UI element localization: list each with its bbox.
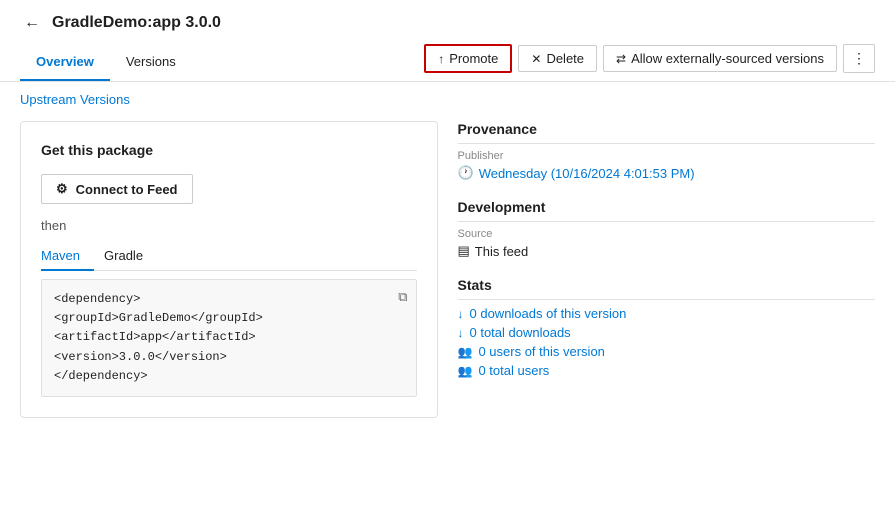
- promote-icon: ↑: [438, 52, 444, 66]
- source-value: ▤ This feed: [458, 243, 876, 259]
- allow-icon: ⇄: [616, 52, 626, 66]
- content-area: Upstream Versions Get this package ⚙ Con…: [0, 82, 895, 428]
- toolbar-actions: ↑ Promote ✕ Delete ⇄ Allow externally-so…: [424, 44, 875, 81]
- source-label: Source: [458, 228, 876, 240]
- publisher-value: 🕐 Wednesday (10/16/2024 4:01:53 PM): [458, 165, 876, 181]
- stats-item-3: 👥 0 total users: [458, 363, 876, 378]
- clock-icon: 🕐: [458, 165, 474, 181]
- tab-bar: Overview Versions: [20, 46, 192, 80]
- stats-item-2: 👥 0 users of this version: [458, 344, 876, 359]
- sub-tab-bar: Maven Gradle: [41, 243, 417, 271]
- code-line-5: </dependency>: [54, 367, 404, 386]
- code-line-4: <version>3.0.0</version>: [54, 348, 404, 367]
- development-section: Development Source ▤ This feed: [458, 199, 876, 259]
- stats-item-0: ↓ 0 downloads of this version: [458, 306, 876, 321]
- code-line-3: <artifactId>app</artifactId>: [54, 328, 404, 347]
- right-panel: Provenance Publisher 🕐 Wednesday (10/16/…: [458, 121, 876, 418]
- sub-tab-gradle[interactable]: Gradle: [104, 243, 157, 271]
- connect-icon: ⚙: [56, 181, 68, 197]
- code-line-1: <dependency>: [54, 290, 404, 309]
- publisher-label: Publisher: [458, 150, 876, 162]
- code-snippet: ⧉ <dependency> <groupId>GradleDemo</grou…: [41, 279, 417, 397]
- tab-versions[interactable]: Versions: [110, 46, 192, 81]
- then-label: then: [41, 218, 417, 233]
- page-title: GradleDemo:app 3.0.0: [52, 14, 221, 32]
- copy-icon[interactable]: ⧉: [398, 288, 407, 309]
- stats-section: Stats ↓ 0 downloads of this version ↓ 0 …: [458, 277, 876, 378]
- development-title: Development: [458, 199, 876, 222]
- users-icon-1: 👥: [458, 364, 473, 378]
- users-icon-0: 👥: [458, 345, 473, 359]
- promote-button[interactable]: ↑ Promote: [424, 44, 512, 73]
- tab-overview[interactable]: Overview: [20, 46, 110, 81]
- allow-externally-sourced-button[interactable]: ⇄ Allow externally-sourced versions: [603, 45, 837, 72]
- main-grid: Get this package ⚙ Connect to Feed then …: [20, 121, 875, 418]
- code-line-2: <groupId>GradleDemo</groupId>: [54, 309, 404, 328]
- provenance-section: Provenance Publisher 🕐 Wednesday (10/16/…: [458, 121, 876, 181]
- connect-to-feed-button[interactable]: ⚙ Connect to Feed: [41, 174, 193, 204]
- card-title: Get this package: [41, 142, 417, 158]
- stats-item-1: ↓ 0 total downloads: [458, 325, 876, 340]
- feed-icon: ▤: [458, 243, 470, 259]
- delete-button[interactable]: ✕ Delete: [518, 45, 597, 72]
- tabs-toolbar: Overview Versions ↑ Promote ✕ Delete ⇄ A…: [0, 44, 895, 82]
- back-button[interactable]: ←: [20, 12, 44, 34]
- upstream-versions-link[interactable]: Upstream Versions: [20, 92, 130, 107]
- provenance-title: Provenance: [458, 121, 876, 144]
- header: ← GradleDemo:app 3.0.0: [0, 0, 895, 34]
- download-icon-0: ↓: [458, 307, 464, 321]
- sub-tab-maven[interactable]: Maven: [41, 243, 94, 271]
- download-icon-1: ↓: [458, 326, 464, 340]
- more-icon: ⋮: [852, 50, 866, 66]
- more-options-button[interactable]: ⋮: [843, 44, 875, 73]
- delete-icon: ✕: [531, 52, 541, 66]
- get-package-card: Get this package ⚙ Connect to Feed then …: [20, 121, 438, 418]
- stats-title: Stats: [458, 277, 876, 300]
